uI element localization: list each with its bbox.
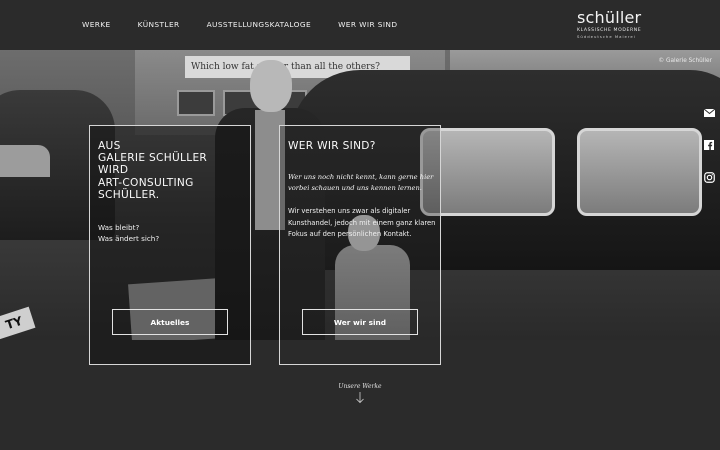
photo-license-plate: TY bbox=[0, 306, 36, 340]
logo-name: schüller bbox=[577, 8, 642, 27]
photo-copyright: © Galerie Schüller bbox=[658, 58, 712, 64]
facebook-icon[interactable] bbox=[702, 138, 716, 152]
unsere-werke-link[interactable]: Unsere Werke bbox=[300, 383, 420, 390]
mail-icon[interactable] bbox=[702, 106, 716, 120]
site-logo[interactable]: schüller KLASSISCHE MODERNE Süddeutsche … bbox=[577, 8, 647, 40]
arrow-down-icon[interactable] bbox=[355, 392, 365, 404]
news-panel-title: AUS GALERIE SCHÜLLER WIRD ART-CONSULTING… bbox=[98, 140, 208, 201]
nav-item-wer-wir-sind[interactable]: WER WIR SIND bbox=[338, 20, 397, 29]
nav-item-kuenstler[interactable]: KÜNSTLER bbox=[138, 20, 180, 29]
news-panel: AUS GALERIE SCHÜLLER WIRD ART-CONSULTING… bbox=[89, 125, 251, 365]
main-nav: WERKE KÜNSTLER AUSSTELLUNGSKATALOGE WER … bbox=[82, 20, 424, 29]
news-panel-text: Was bleibt? Was ändert sich? bbox=[98, 223, 160, 243]
nav-item-werke[interactable]: WERKE bbox=[82, 20, 111, 29]
taxi-window bbox=[577, 128, 702, 216]
aktuelles-button[interactable]: Aktuelles bbox=[112, 309, 228, 335]
top-bar: WERKE KÜNSTLER AUSSTELLUNGSKATALOGE WER … bbox=[0, 0, 720, 50]
nav-item-ausstellungskataloge[interactable]: AUSSTELLUNGSKATALOGE bbox=[207, 20, 312, 29]
taxi-window bbox=[0, 145, 50, 177]
about-panel-title: WER WIR SIND? bbox=[288, 140, 376, 152]
logo-tagline: Süddeutsche Malerei bbox=[577, 34, 636, 39]
about-panel-intro: Wer uns noch nicht kennt, kann gerne hie… bbox=[288, 173, 434, 192]
about-panel-body: Wir verstehen uns zwar als digitaler Kun… bbox=[288, 207, 436, 238]
wer-wir-sind-button[interactable]: Wer wir sind bbox=[302, 309, 418, 335]
about-panel: WER WIR SIND? Wer uns noch nicht kennt, … bbox=[279, 125, 441, 365]
instagram-icon[interactable] bbox=[702, 170, 716, 184]
